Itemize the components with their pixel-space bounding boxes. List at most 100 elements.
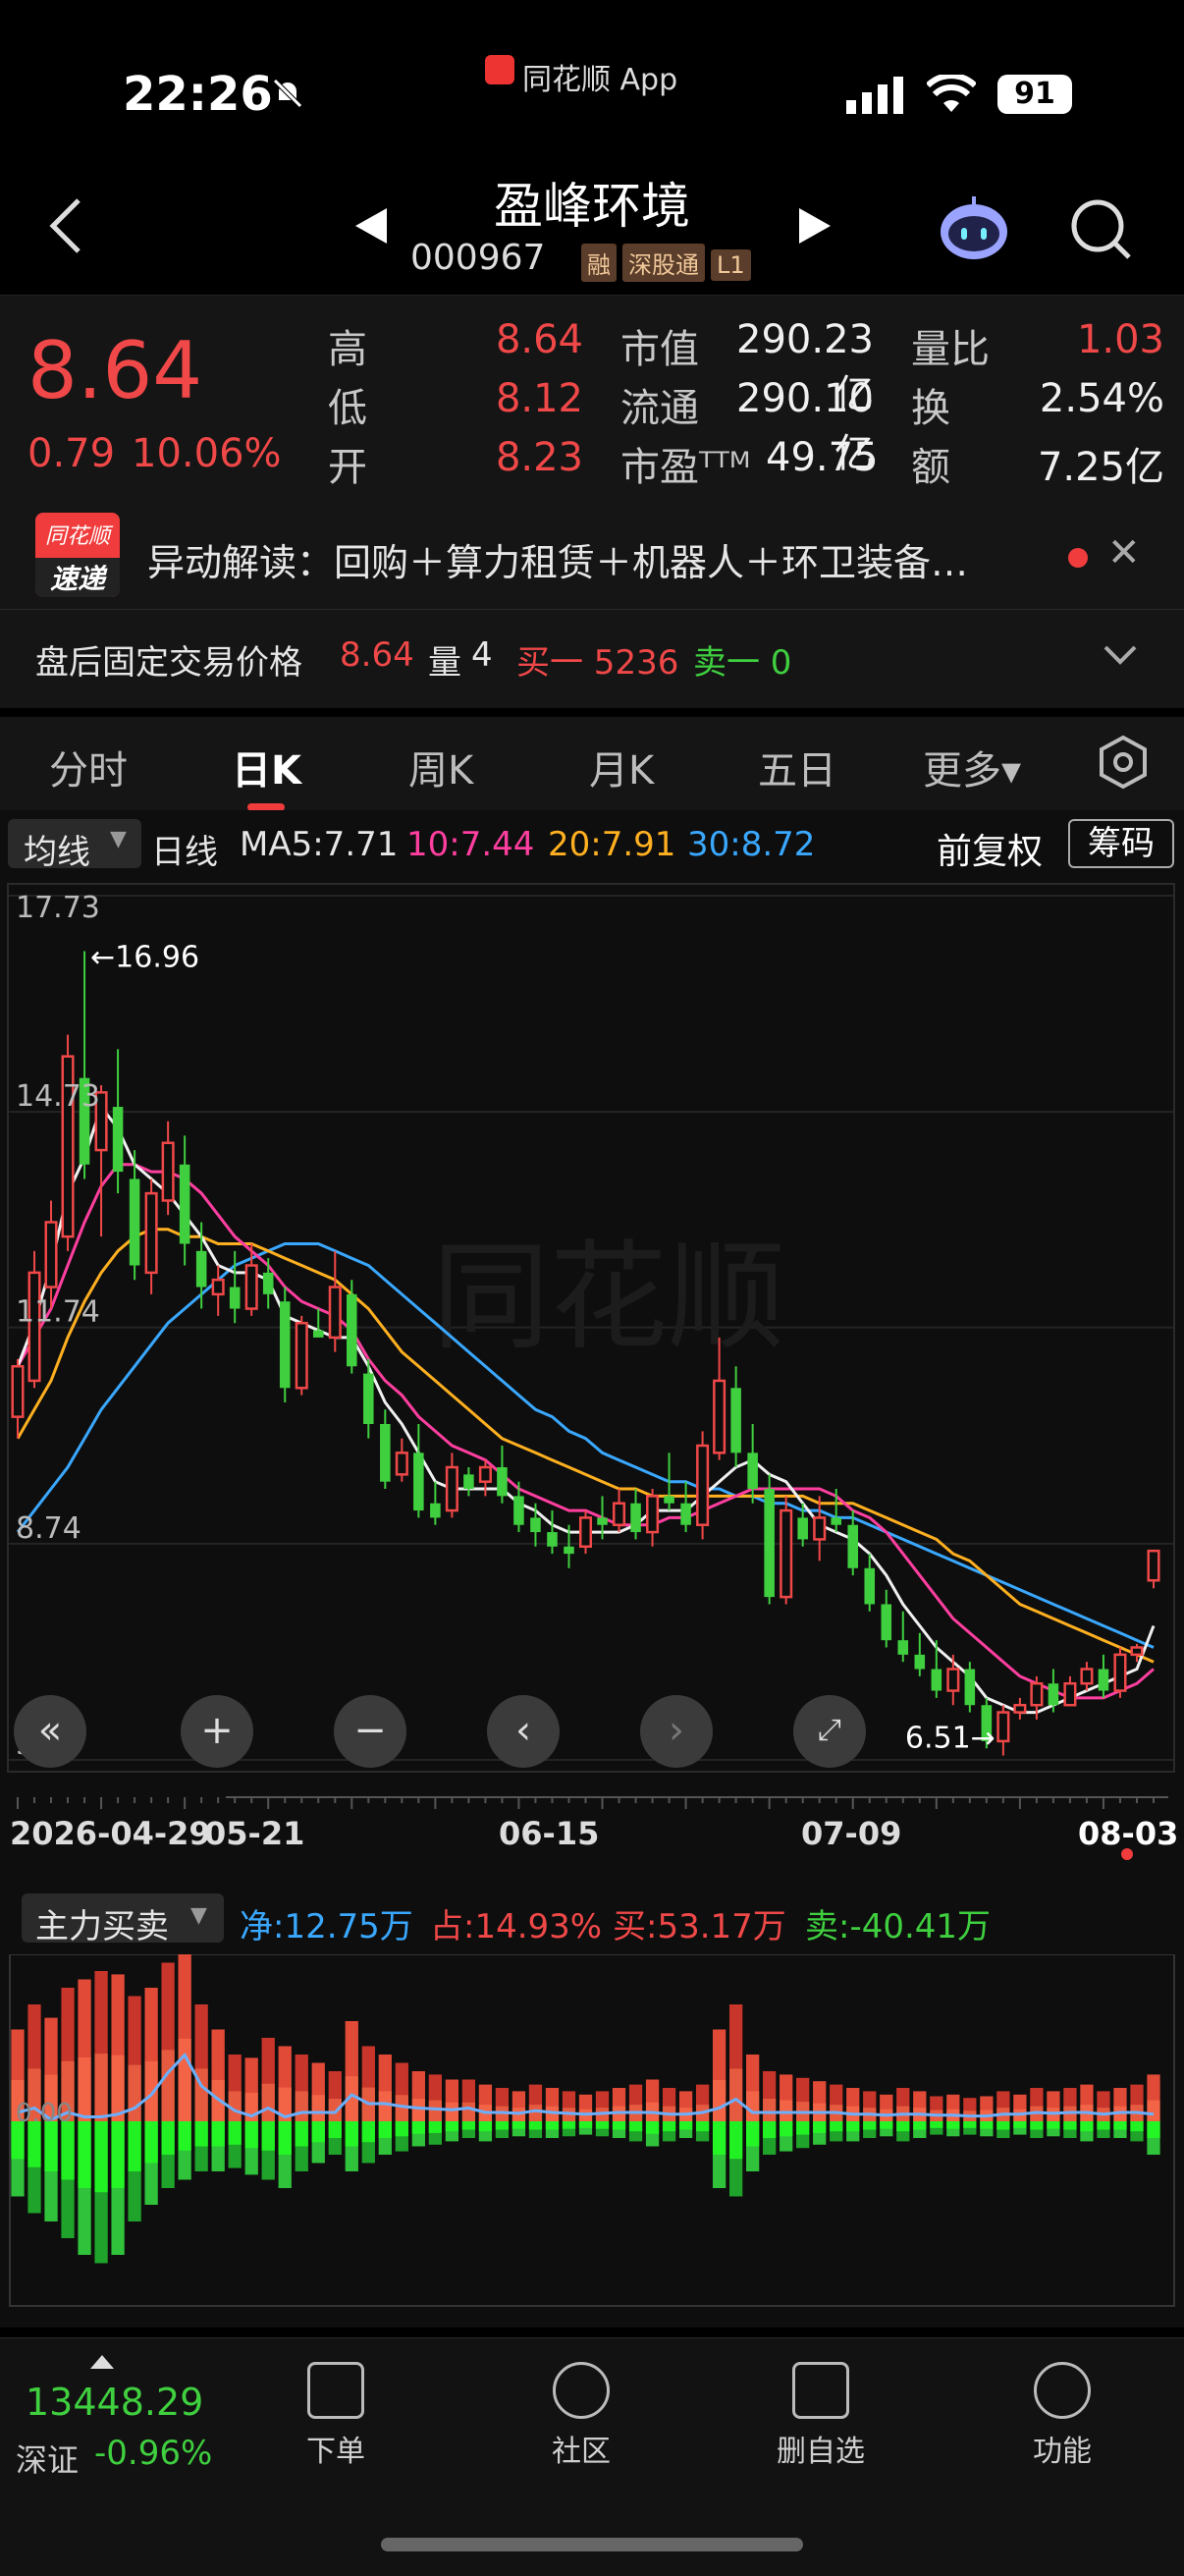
chips-button[interactable]: 筹码 bbox=[1068, 819, 1174, 868]
order-button[interactable]: 下单 bbox=[267, 2362, 404, 2470]
candle-body bbox=[445, 1465, 458, 1512]
candle-body bbox=[1013, 1703, 1027, 1714]
candle bbox=[1147, 1549, 1160, 1589]
flow-selector[interactable]: 主力买卖 ▼ bbox=[22, 1893, 224, 1946]
home-indicator bbox=[381, 2538, 803, 2551]
ma10-label: 10:7.44 bbox=[406, 825, 535, 864]
candle bbox=[279, 1287, 291, 1402]
flow-sell-bar-inner bbox=[228, 2121, 242, 2145]
candle bbox=[547, 1510, 558, 1555]
flow-sell-bar-inner bbox=[94, 2121, 108, 2193]
alert-text: 异动解读：回购＋算力租赁＋机器人＋环卫装备… bbox=[147, 541, 969, 584]
flow-sell-bar-inner bbox=[780, 2121, 793, 2137]
tab-monthly-k[interactable]: 月K bbox=[589, 739, 654, 795]
candle bbox=[680, 1481, 691, 1533]
flow-sell-bar-inner bbox=[796, 2121, 810, 2135]
flow-sell-bar-inner bbox=[612, 2121, 626, 2130]
tab-weekly-k[interactable]: 周K bbox=[408, 739, 473, 795]
wifi-icon bbox=[925, 73, 978, 118]
stat-label-turnover: 换 bbox=[911, 386, 950, 431]
candle-body bbox=[547, 1532, 558, 1547]
remove-watchlist-icon bbox=[792, 2362, 849, 2419]
candle bbox=[764, 1474, 775, 1605]
stat-label-open: 开 bbox=[328, 445, 367, 490]
flow-buy-bar-inner bbox=[328, 2099, 342, 2121]
after-hours-row[interactable]: 盘后固定交易价格 8.64 量 4 买一 5236 卖一 0 bbox=[0, 609, 1184, 708]
candle bbox=[179, 1135, 190, 1266]
x-tick-label-4: 08-03 bbox=[1078, 1815, 1179, 1852]
index-value[interactable]: 13448.29 bbox=[26, 2381, 203, 2424]
next-stock-icon[interactable] bbox=[797, 206, 833, 249]
stat-value-high: 8.64 bbox=[495, 317, 583, 362]
candle bbox=[578, 1510, 593, 1555]
latest-date-dot bbox=[1121, 1848, 1133, 1860]
flow-buy-bar-inner bbox=[780, 2100, 793, 2121]
tab-five-day[interactable]: 五日 bbox=[758, 739, 836, 795]
flow-zero-label: 0.00 bbox=[16, 2099, 73, 2128]
candle-body bbox=[664, 1496, 674, 1504]
zoom-full-left-icon[interactable]: « bbox=[14, 1695, 86, 1768]
flow-buy-bar-inner bbox=[78, 2056, 91, 2121]
flow-chart[interactable]: 0.00 bbox=[0, 1954, 1184, 2308]
alert-banner[interactable]: 同花顺 速递 异动解读：回购＋算力租赁＋机器人＋环卫装备… ✕ bbox=[0, 501, 1184, 609]
candle bbox=[730, 1366, 741, 1468]
stat-label-low: 低 bbox=[328, 386, 367, 431]
indicator-selector[interactable]: 均线 ▼ bbox=[8, 819, 141, 872]
flow-sell-bar-inner bbox=[1097, 2121, 1110, 2130]
flow-sell-bar-inner bbox=[511, 2121, 526, 2129]
scroll-right-icon[interactable]: › bbox=[640, 1695, 713, 1768]
flow-sell-bar-inner bbox=[278, 2121, 292, 2155]
flow-buy-bar-inner bbox=[528, 2105, 543, 2121]
candle-body bbox=[413, 1452, 424, 1511]
order-label: 下单 bbox=[306, 2435, 365, 2469]
candle bbox=[864, 1554, 876, 1612]
signal-icon bbox=[846, 77, 907, 118]
candle-body bbox=[1113, 1653, 1127, 1692]
flow-sell-bar-inner bbox=[1080, 2121, 1094, 2132]
flow-sell-bar-inner bbox=[345, 2121, 358, 2147]
candle-body bbox=[931, 1669, 942, 1691]
community-button[interactable]: 社区 bbox=[512, 2362, 650, 2470]
flow-sell-bar-inner bbox=[495, 2121, 510, 2130]
settings-hexagon-icon[interactable] bbox=[1096, 735, 1151, 794]
stat-label-pe: 市盈ᵀᵀᴹ bbox=[620, 445, 751, 490]
kline-chart[interactable]: 同花顺 17.7314.7311.748.745.74 ←16.966.51→ bbox=[0, 876, 1184, 1866]
scroll-left-icon[interactable]: ‹ bbox=[487, 1695, 560, 1768]
candle-body bbox=[530, 1517, 541, 1533]
search-icon[interactable] bbox=[1068, 196, 1133, 265]
candle bbox=[463, 1467, 474, 1497]
flow-sell-bar-inner bbox=[645, 2121, 660, 2134]
candle bbox=[1080, 1662, 1094, 1691]
high-marker: ←16.96 bbox=[90, 941, 199, 975]
flow-buy-bar-inner bbox=[428, 2100, 443, 2121]
chevron-down-icon[interactable] bbox=[1103, 645, 1137, 669]
functions-button[interactable]: 功能 bbox=[994, 2362, 1131, 2470]
flow-sell-bar-inner bbox=[111, 2121, 125, 2188]
close-icon[interactable]: ✕ bbox=[1107, 530, 1141, 575]
low-marker: 6.51→ bbox=[905, 1721, 996, 1755]
flow-sell-bar-inner bbox=[763, 2121, 777, 2138]
tab-more[interactable]: 更多▾ bbox=[923, 739, 1021, 795]
zoom-out-icon[interactable]: − bbox=[334, 1695, 406, 1768]
candle bbox=[380, 1409, 391, 1490]
flow-sell-bar-inner bbox=[1113, 2121, 1127, 2130]
tab-intraday[interactable]: 分时 bbox=[49, 739, 128, 795]
fullscreen-icon[interactable]: ⤢ bbox=[793, 1695, 866, 1768]
flow-buy-bar-inner bbox=[144, 2060, 158, 2121]
remove-watchlist-button[interactable]: 删自选 bbox=[752, 2362, 889, 2470]
tab-daily-k[interactable]: 日K bbox=[232, 739, 301, 795]
zoom-in-icon[interactable]: + bbox=[181, 1695, 253, 1768]
robot-assistant-icon[interactable] bbox=[937, 194, 1011, 267]
candle-body bbox=[996, 1711, 1010, 1743]
candle bbox=[1013, 1697, 1027, 1720]
index-change: -0.96% bbox=[94, 2434, 213, 2473]
candle-body bbox=[363, 1373, 374, 1424]
candle bbox=[262, 1258, 274, 1309]
flow-buy-bar-inner bbox=[94, 2054, 108, 2121]
flow-sell-bar-inner bbox=[1063, 2121, 1077, 2130]
candle bbox=[897, 1611, 909, 1663]
flow-sell-bar-inner bbox=[27, 2121, 41, 2167]
price-adjust-toggle[interactable]: 前复权 bbox=[937, 823, 1043, 874]
candle bbox=[229, 1250, 241, 1324]
mute-bell-icon bbox=[271, 77, 304, 110]
